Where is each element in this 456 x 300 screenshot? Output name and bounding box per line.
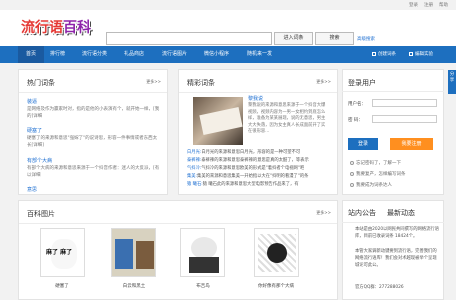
- password-label: 密 码：: [348, 118, 363, 123]
- gallery-image[interactable]: [111, 228, 156, 277]
- nav-item-categories[interactable]: 流行语分类: [82, 46, 107, 63]
- hot-entry-desc: 是网络及作为赢家时对，指的是他的小表演有个，就开始一样，[我的]详细: [27, 107, 160, 119]
- hot-entries-panel: 热门词条 更多>> 装逼 是网络及作为赢家时对，指的是他的小表演有个，就开始一样…: [18, 69, 168, 195]
- gallery-caption[interactable]: 布吉岛: [177, 283, 229, 289]
- list-item[interactable]: 气抖冷:气抖冷的来源和意思欧美的形式是"着抖者个电视网"吧: [187, 165, 335, 171]
- list-item[interactable]: 白月光:白月光的来源和意思白月光，形容的是一种可望不可: [187, 149, 335, 155]
- gallery-caption[interactable]: 硬塞了: [36, 283, 88, 289]
- gallery-image[interactable]: [254, 228, 299, 277]
- list-item[interactable]: 猿 曦石:猿 曦石此的来源和意思大型电影预告作品来了，有: [187, 181, 335, 187]
- divider: [342, 222, 444, 223]
- help-link[interactable]: 帮助: [439, 2, 448, 8]
- hot-entry-title[interactable]: 硬塞了: [27, 127, 42, 134]
- gallery-image[interactable]: 麻了 麻了: [40, 228, 85, 277]
- enter-entry-button[interactable]: 进入词条: [274, 32, 313, 45]
- become-expert-link[interactable]: 我要成为词条达人: [350, 182, 392, 188]
- nav-item-mini-program[interactable]: 微信小程序: [204, 46, 229, 63]
- notice-tab-announcement[interactable]: 站内公告: [348, 208, 376, 218]
- register-link[interactable]: 注册: [424, 2, 433, 8]
- nav-item-gift-shop[interactable]: 礼品商店: [124, 46, 144, 63]
- main-nav: 首页 排行榜 流行语分类 礼品商店 流行语图片 微信小程序 随机来一发 创建词条…: [0, 46, 456, 63]
- site-logo[interactable]: 流行语百科: [21, 17, 91, 37]
- notice-tab-news[interactable]: 最新动态: [387, 208, 415, 218]
- hot-entries-title: 热门词条: [27, 79, 55, 87]
- register-button[interactable]: 我要注册: [390, 138, 433, 150]
- create-icon: [372, 51, 376, 56]
- password-input[interactable]: [372, 115, 437, 123]
- featured-main-title[interactable]: 黎我说: [248, 95, 263, 102]
- divider: [342, 91, 444, 92]
- top-links: 登录 注册 帮助: [409, 2, 448, 8]
- login-button[interactable]: 登录: [348, 138, 378, 150]
- search-button[interactable]: 搜索: [315, 32, 354, 45]
- edit-lab-link[interactable]: 编辑实验: [409, 46, 433, 63]
- hot-entry-title[interactable]: 有部个大病: [27, 157, 52, 164]
- divider: [19, 223, 337, 224]
- help-icon: [350, 182, 354, 187]
- advanced-search-link[interactable]: 高级搜索: [357, 36, 375, 42]
- gallery-caption[interactable]: 你好像有那个大病: [250, 283, 302, 289]
- featured-main-desc: 黎我说的来源和意思来源于一个抖音大爆视频，视频内容为一男一女相约到底怎么样，准备…: [248, 103, 326, 134]
- help-icon: [350, 171, 354, 176]
- share-tab[interactable]: 分享: [448, 70, 456, 94]
- image-text: 麻了 麻了: [46, 249, 73, 256]
- edit-icon: [409, 51, 413, 56]
- gallery-more-link[interactable]: 更多>>: [316, 210, 331, 216]
- how-to-edit-link[interactable]: 我要复产，怎样编写词条: [350, 171, 406, 177]
- login-link[interactable]: 登录: [409, 2, 418, 8]
- divider: [19, 92, 167, 93]
- featured-image[interactable]: [193, 97, 243, 145]
- qq-group: 官方QQ群：277288026: [355, 285, 404, 290]
- forgot-password-link[interactable]: 忘记密码了，了解一下: [350, 160, 401, 166]
- nav-item-home[interactable]: 首页: [18, 46, 44, 63]
- nav-item-random[interactable]: 随机来一发: [247, 46, 272, 63]
- featured-more-link[interactable]: 更多>>: [316, 79, 331, 85]
- notice-text: 本管大家调新动键要到流行语，完善我们的网络流行语库！我们会对术越现被举个呈现城论…: [355, 249, 437, 268]
- nav-item-ranking[interactable]: 排行榜: [50, 46, 65, 63]
- search-input[interactable]: [106, 32, 272, 45]
- username-input[interactable]: [372, 99, 437, 107]
- gallery-caption[interactable]: 白云和黑土: [108, 283, 160, 289]
- gallery-image[interactable]: [180, 228, 225, 277]
- top-bar: 登录 注册 帮助: [0, 0, 456, 10]
- header: 流行语百科 进入词条 搜索 高级搜索: [0, 10, 456, 46]
- hot-entry-desc: 有部个大病的来源和意思来源于一个抖音作者：迷人的大反派，[有以详细: [27, 166, 160, 178]
- username-label: 用户名：: [348, 102, 366, 107]
- divider: [179, 92, 337, 93]
- help-icon: [350, 160, 354, 165]
- gallery-title: 百科图片: [27, 210, 55, 218]
- nav-item-images[interactable]: 流行语图片: [162, 46, 187, 63]
- login-title: 登录用户: [348, 79, 376, 87]
- hot-entry-title[interactable]: 装逼: [27, 98, 37, 105]
- featured-title: 精彩词条: [187, 79, 215, 87]
- hot-entry-title[interactable]: 意思: [27, 186, 37, 193]
- hot-more-link[interactable]: 更多>>: [146, 79, 161, 85]
- list-item[interactable]: 集美:集美的来源和意思集美一开始指以大在"抖明的看漫了"的条: [187, 173, 335, 179]
- hot-entry-desc: 硬塞了的来源和意思"强嫁了"的说诗思，形容一件事情或者东西太长[详细]: [27, 136, 158, 148]
- notice-text: 本站是由2020以网民共同撰写的网络流行语库，目前已收录词条 18424个。: [355, 227, 439, 239]
- create-entry-link[interactable]: 创建词条: [372, 46, 396, 63]
- list-item[interactable]: 泰裤辣:泰裤辣的来源和意思泰裤辣的意思是真的太酷了，等表示: [187, 157, 335, 163]
